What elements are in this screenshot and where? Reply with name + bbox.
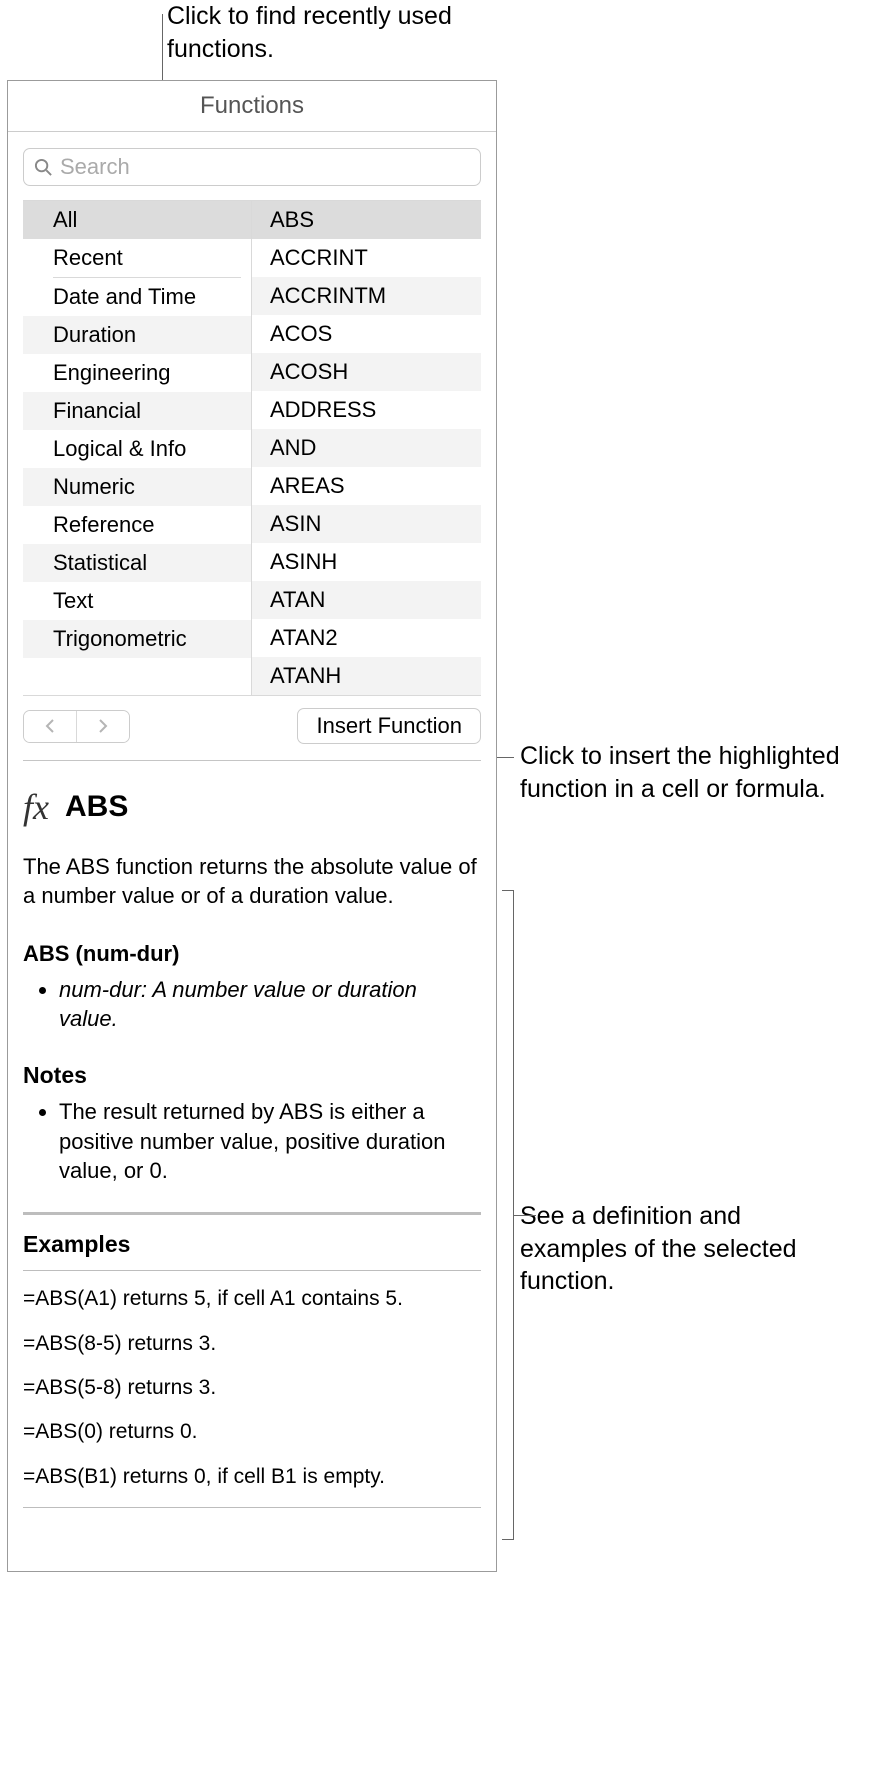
function-item[interactable]: ACCRINTM — [252, 277, 481, 315]
category-item[interactable]: Statistical — [23, 544, 251, 582]
divider-thin — [23, 1270, 481, 1271]
function-item[interactable]: ABS — [252, 201, 481, 239]
category-item[interactable]: Text — [23, 582, 251, 620]
search-field[interactable] — [23, 148, 481, 186]
example-item: =ABS(A1) returns 5, if cell A1 contains … — [23, 1285, 481, 1313]
category-item[interactable]: Logical & Info — [23, 430, 251, 468]
function-item[interactable]: ACCRINT — [252, 239, 481, 277]
example-item: =ABS(5-8) returns 3. — [23, 1374, 481, 1402]
category-item[interactable]: Reference — [23, 506, 251, 544]
function-item[interactable]: ATAN2 — [252, 619, 481, 657]
callout-insert: Click to insert the highlighted function… — [520, 740, 840, 805]
function-list[interactable]: ABS ACCRINT ACCRINTM ACOS ACOSH ADDRESS … — [252, 201, 481, 695]
function-name: ABS — [65, 787, 128, 828]
category-list[interactable]: All Recent Date and Time Duration Engine… — [23, 201, 252, 695]
functions-panel: Functions All Recent Date and Time Durat… — [7, 80, 497, 1572]
callout-recent: Click to find recently used functions. — [167, 0, 487, 65]
category-item[interactable]: Financial — [23, 392, 251, 430]
category-item[interactable]: Engineering — [23, 354, 251, 392]
chevron-right-icon — [97, 718, 109, 734]
insert-function-button[interactable]: Insert Function — [297, 708, 481, 744]
search-input[interactable] — [60, 154, 470, 180]
category-item[interactable]: Date and Time — [23, 278, 251, 316]
function-item[interactable]: ASIN — [252, 505, 481, 543]
fx-icon: fx — [23, 783, 49, 832]
category-item[interactable]: Numeric — [23, 468, 251, 506]
category-item[interactable]: Duration — [23, 316, 251, 354]
argument-item: num-dur: A number value or duration valu… — [59, 975, 481, 1034]
function-description: The ABS function returns the absolute va… — [23, 852, 481, 911]
divider-thin — [23, 1507, 481, 1508]
examples-title: Examples — [23, 1229, 481, 1260]
notes-list: The result returned by ABS is either a p… — [23, 1097, 481, 1186]
function-header: fx ABS — [23, 783, 481, 832]
nav-buttons — [23, 710, 130, 743]
argument-list: num-dur: A number value or duration valu… — [23, 975, 481, 1034]
function-item[interactable]: AREAS — [252, 467, 481, 505]
function-syntax: ABS (num-dur) — [23, 939, 481, 969]
category-recent[interactable]: Recent — [23, 239, 251, 277]
chevron-left-icon — [44, 718, 56, 734]
nav-forward-button[interactable] — [77, 711, 129, 742]
example-item: =ABS(8-5) returns 3. — [23, 1330, 481, 1358]
divider-thick — [23, 1212, 481, 1215]
function-detail: fx ABS The ABS function returns the abso… — [8, 761, 496, 1532]
category-all[interactable]: All — [23, 201, 251, 239]
category-item[interactable]: Trigonometric — [23, 620, 251, 658]
function-item[interactable]: ATAN — [252, 581, 481, 619]
example-item: =ABS(0) returns 0. — [23, 1418, 481, 1446]
search-icon — [34, 158, 53, 177]
callout-definition: See a definition and examples of the sel… — [520, 1200, 840, 1298]
function-item[interactable]: ATANH — [252, 657, 481, 695]
lists: All Recent Date and Time Duration Engine… — [23, 200, 481, 696]
example-item: =ABS(B1) returns 0, if cell B1 is empty. — [23, 1463, 481, 1491]
note-item: The result returned by ABS is either a p… — [59, 1097, 481, 1186]
search-wrap — [8, 132, 496, 200]
function-item[interactable]: ACOS — [252, 315, 481, 353]
callout-bracket — [502, 890, 514, 1540]
function-item[interactable]: ACOSH — [252, 353, 481, 391]
button-row: Insert Function — [8, 696, 496, 760]
function-item[interactable]: ADDRESS — [252, 391, 481, 429]
callout-bracket-tick — [514, 1215, 536, 1216]
panel-title: Functions — [8, 81, 496, 132]
nav-back-button[interactable] — [24, 711, 76, 742]
function-item[interactable]: ASINH — [252, 543, 481, 581]
notes-title: Notes — [23, 1060, 481, 1091]
function-item[interactable]: AND — [252, 429, 481, 467]
